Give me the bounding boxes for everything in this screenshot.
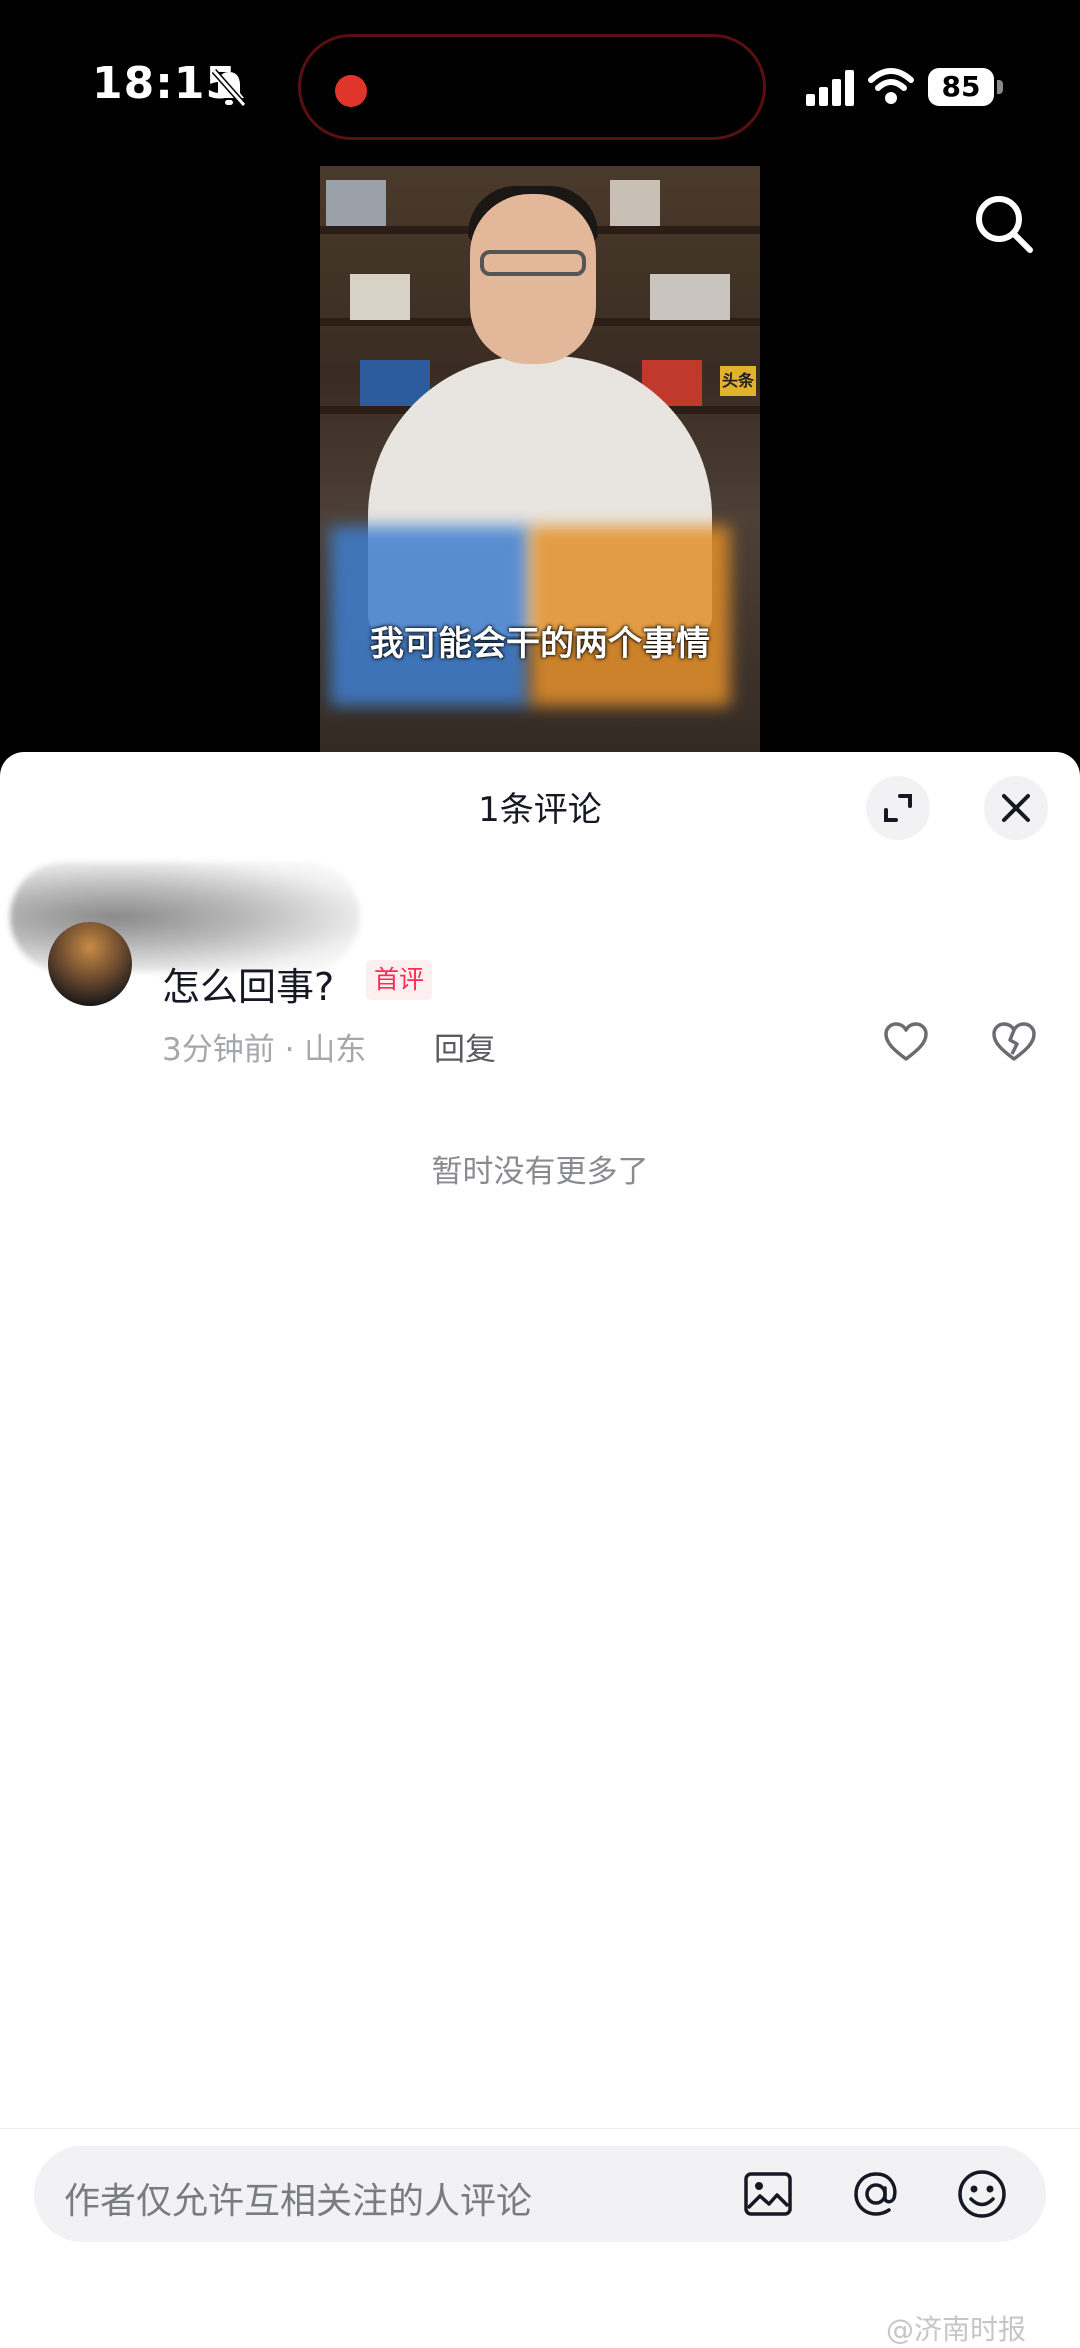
- emoji-icon[interactable]: [954, 2166, 1010, 2222]
- bell-slash-icon: [211, 69, 247, 107]
- status-bar: 18:15 85: [0, 0, 1080, 170]
- video-caption: 我可能会干的两个事情: [370, 624, 710, 664]
- expand-button[interactable]: [866, 776, 930, 840]
- battery-icon: 85: [928, 68, 994, 106]
- person-head: [470, 194, 596, 364]
- close-button[interactable]: [984, 776, 1048, 840]
- end-of-list-text: 暂时没有更多了: [431, 1154, 649, 1190]
- at-icon[interactable]: [848, 2166, 904, 2222]
- heart-icon[interactable]: [882, 1018, 930, 1066]
- comments-sheet: 1条评论 怎么回事? 首评 3分钟前 · 山东 回复 暂时没有更多了 作者仅允许…: [0, 752, 1080, 2348]
- battery-nub: [997, 80, 1003, 94]
- expand-icon: [884, 794, 912, 822]
- comment-text: 怎么回事?: [162, 965, 335, 1009]
- comment-input[interactable]: 作者仅允许互相关注的人评论: [34, 2146, 1046, 2242]
- close-icon: [1002, 794, 1030, 822]
- books: [326, 180, 386, 226]
- broken-heart-icon[interactable]: [990, 1018, 1038, 1066]
- comment-meta: 3分钟前 · 山东: [162, 1032, 367, 1068]
- watermark: @济南时报: [886, 2313, 1027, 2346]
- shelf-label: 头条: [720, 366, 756, 396]
- books: [610, 180, 660, 226]
- books: [350, 274, 410, 320]
- books: [650, 274, 730, 320]
- avatar[interactable]: [48, 922, 132, 1006]
- video-player[interactable]: 头条 我可能会干的两个事情: [320, 166, 760, 756]
- search-icon[interactable]: [972, 192, 1036, 256]
- wifi-icon: [868, 68, 914, 104]
- dynamic-island: [298, 34, 766, 140]
- signal-icon: [806, 70, 854, 106]
- comment-item: 怎么回事? 首评 3分钟前 · 山东 回复: [0, 852, 1080, 1068]
- reply-button[interactable]: 回复: [434, 1024, 496, 1069]
- divider: [0, 2128, 1080, 2129]
- image-icon[interactable]: [742, 2168, 794, 2220]
- first-comment-badge: 首评: [366, 960, 433, 1000]
- person-glasses: [480, 250, 586, 276]
- input-placeholder: 作者仅允许互相关注的人评论: [64, 2181, 533, 2222]
- recording-dot-icon: [335, 75, 367, 107]
